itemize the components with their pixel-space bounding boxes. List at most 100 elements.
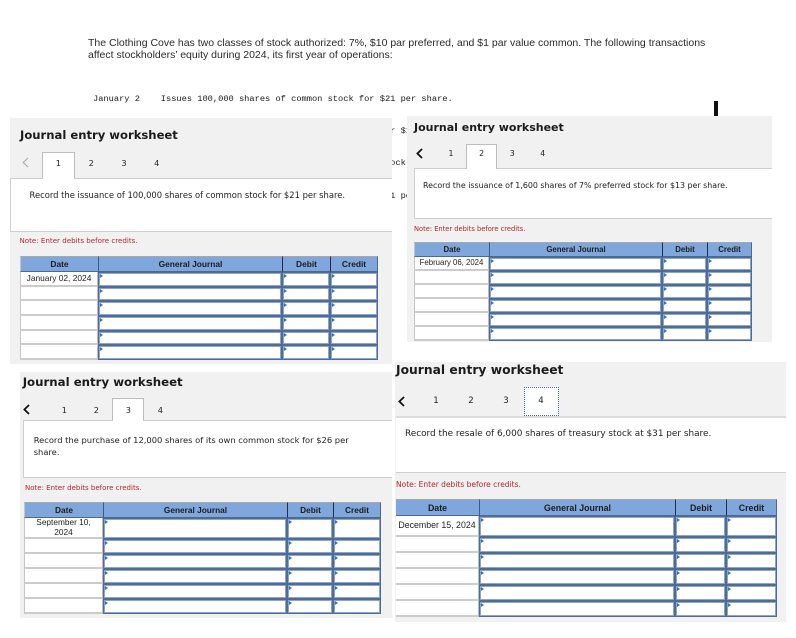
tab-2[interactable]: 2 (75, 152, 108, 179)
debit-input[interactable] (283, 287, 329, 301)
tab-2[interactable]: 2 (454, 387, 489, 416)
general-journal-input[interactable] (490, 286, 661, 298)
tab-2[interactable]: 2 (466, 144, 497, 169)
debit-input[interactable] (676, 517, 725, 536)
credit-input[interactable] (727, 586, 776, 600)
tab-1[interactable]: 1 (436, 144, 467, 169)
credit-input[interactable] (727, 538, 776, 552)
chevron-left-icon[interactable] (21, 157, 29, 168)
credit-cell (330, 345, 378, 361)
general-journal-input[interactable] (104, 540, 286, 553)
general-journal-input[interactable] (99, 331, 281, 345)
debit-input[interactable] (283, 331, 329, 345)
general-journal-input[interactable] (490, 314, 661, 326)
credit-input[interactable] (708, 328, 751, 340)
debit-input[interactable] (663, 328, 706, 340)
chevron-left-icon[interactable] (398, 395, 405, 407)
general-journal-input[interactable] (480, 517, 674, 536)
credit-input[interactable] (708, 300, 751, 312)
general-journal-input[interactable] (104, 570, 286, 583)
debit-input[interactable] (283, 346, 329, 360)
credit-input[interactable] (334, 540, 380, 553)
credit-input[interactable] (331, 317, 377, 330)
general-journal-input[interactable] (104, 519, 286, 538)
credit-input[interactable] (727, 517, 776, 536)
tab-4[interactable]: 4 (144, 398, 176, 421)
debit-input[interactable] (676, 538, 725, 552)
credit-input[interactable] (727, 602, 776, 616)
credit-input[interactable] (334, 555, 380, 568)
debit-input[interactable] (676, 602, 725, 616)
tab-3[interactable]: 3 (497, 144, 528, 169)
credit-input[interactable] (334, 585, 380, 598)
general-journal-input[interactable] (490, 258, 661, 270)
general-journal-input[interactable] (480, 602, 674, 616)
debit-input[interactable] (663, 286, 706, 298)
debit-input[interactable] (288, 540, 332, 553)
general-journal-input[interactable] (104, 585, 286, 598)
tab-4[interactable]: 4 (523, 387, 559, 416)
general-journal-input[interactable] (490, 300, 661, 312)
tab-1[interactable]: 1 (42, 152, 75, 179)
general-journal-input[interactable] (99, 317, 281, 330)
general-journal-input[interactable] (480, 570, 674, 584)
credit-input[interactable] (727, 554, 776, 568)
general-journal-input[interactable] (490, 328, 661, 340)
debit-input[interactable] (283, 273, 329, 286)
tab-4[interactable]: 4 (140, 152, 173, 179)
debit-input[interactable] (676, 586, 725, 600)
debit-input[interactable] (663, 258, 706, 270)
credit-input[interactable] (331, 346, 377, 360)
general-journal-input[interactable] (480, 586, 674, 600)
debit-input[interactable] (663, 300, 706, 312)
credit-input[interactable] (334, 519, 380, 538)
general-journal-input[interactable] (99, 346, 281, 360)
date-cell: December 15, 2024 (396, 516, 479, 537)
credit-input[interactable] (708, 286, 751, 298)
credit-input[interactable] (708, 258, 751, 270)
debit-input[interactable] (288, 519, 332, 538)
cell-flag-icon (491, 315, 494, 319)
credit-input[interactable] (331, 287, 377, 301)
general-journal-cell (489, 285, 662, 299)
credit-input[interactable] (727, 570, 776, 584)
general-journal-input[interactable] (99, 287, 281, 301)
tab-1[interactable]: 1 (48, 398, 80, 421)
credit-input[interactable] (331, 273, 377, 286)
debit-input[interactable] (663, 314, 706, 326)
general-journal-input[interactable] (480, 538, 674, 552)
general-journal-cell (103, 518, 287, 539)
credit-input[interactable] (708, 314, 751, 326)
general-journal-input[interactable] (99, 302, 281, 316)
debit-input[interactable] (283, 317, 329, 330)
general-journal-input[interactable] (104, 555, 286, 568)
tab-3[interactable]: 3 (489, 387, 524, 416)
credit-input[interactable] (331, 331, 377, 345)
debit-input[interactable] (288, 570, 332, 583)
credit-input[interactable] (708, 272, 751, 284)
chevron-left-icon[interactable] (415, 147, 423, 159)
debit-input[interactable] (288, 600, 332, 613)
cell-flag-icon (289, 571, 292, 575)
credit-input[interactable] (334, 570, 380, 583)
credit-cell (333, 569, 381, 584)
general-journal-input[interactable] (99, 273, 281, 286)
debit-input[interactable] (283, 302, 329, 316)
general-journal-input[interactable] (490, 272, 661, 284)
chevron-left-icon[interactable] (23, 403, 30, 415)
debit-input[interactable] (663, 272, 706, 284)
tab-3[interactable]: 3 (112, 398, 145, 421)
credit-input[interactable] (331, 302, 377, 316)
general-journal-cell (489, 271, 662, 285)
general-journal-input[interactable] (104, 600, 286, 613)
debit-input[interactable] (288, 555, 332, 568)
debit-input[interactable] (288, 585, 332, 598)
tab-2[interactable]: 2 (80, 398, 112, 421)
credit-input[interactable] (334, 600, 380, 613)
debit-input[interactable] (676, 570, 725, 584)
tab-1[interactable]: 1 (419, 387, 454, 416)
tab-4[interactable]: 4 (527, 144, 558, 169)
general-journal-input[interactable] (480, 554, 674, 568)
tab-3[interactable]: 3 (108, 152, 141, 179)
debit-input[interactable] (676, 554, 725, 568)
